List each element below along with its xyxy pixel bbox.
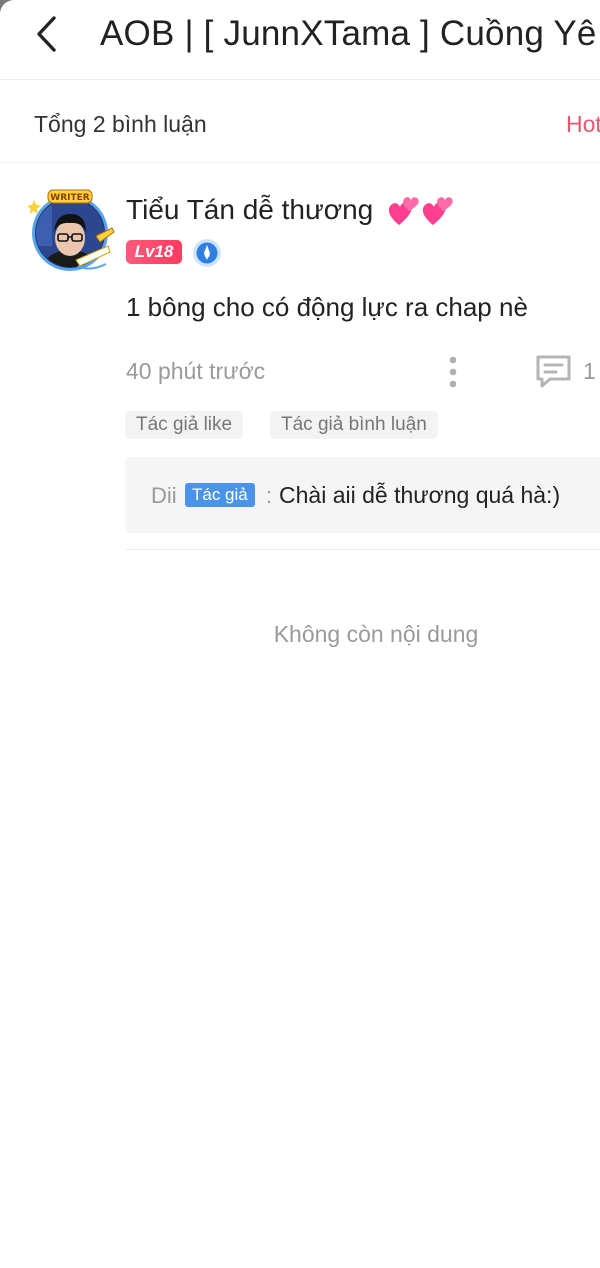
back-button[interactable] [28, 12, 64, 56]
reply-count: 1 [583, 358, 596, 384]
comment-time: 40 phút trước [126, 358, 266, 384]
comment-bubble-icon [536, 355, 571, 388]
end-of-content-label: Không còn nội dung [273, 621, 479, 647]
comment-item: WRITER Tiểu Tán dễ thương Lv18 1 bông ch… [0, 164, 600, 552]
medal-icon [192, 238, 222, 268]
comment-username[interactable]: Tiểu Tán dễ thương [126, 194, 373, 226]
reply-separator: : [266, 483, 273, 508]
avatar-image: WRITER [27, 189, 115, 271]
hearts-emoji-icon [388, 197, 453, 225]
level-badge: Lv18 [126, 240, 182, 264]
more-options-button[interactable] [440, 354, 466, 390]
header: AOB | [ JunnXTama ] Cuồng Yê [0, 0, 600, 80]
reply-button[interactable] [534, 352, 574, 392]
page-title: AOB | [ JunnXTama ] Cuồng Yê [100, 14, 597, 53]
author-liked-tag: Tác giả like [125, 411, 244, 439]
avatar[interactable]: WRITER [26, 186, 116, 276]
sort-hot-tab[interactable]: Hot [566, 111, 600, 138]
reply-author-name: Dii [151, 483, 177, 508]
two-hearts-icon [385, 191, 457, 229]
comment-text: 1 bông cho có động lực ra chap nè [126, 292, 528, 322]
comments-page: AOB | [ JunnXTama ] Cuồng Yê Tổng 2 bình… [0, 0, 600, 1268]
comment-divider [125, 549, 600, 550]
comments-count-bar: Tổng 2 bình luận Hot [0, 81, 600, 163]
author-reply[interactable]: Dii Tác giả : Chài aii dễ thương quá hà:… [125, 457, 600, 533]
comments-total: Tổng 2 bình luận [34, 111, 207, 137]
vertical-dots-icon [449, 356, 457, 388]
avatar-writer-badge: WRITER [50, 193, 89, 203]
author-commented-tag: Tác giả bình luận [270, 411, 438, 439]
reply-text: Chài aii dễ thương quá hà:) [279, 482, 561, 508]
chevron-left-icon [37, 16, 56, 52]
author-badge: Tác giả [185, 483, 255, 507]
